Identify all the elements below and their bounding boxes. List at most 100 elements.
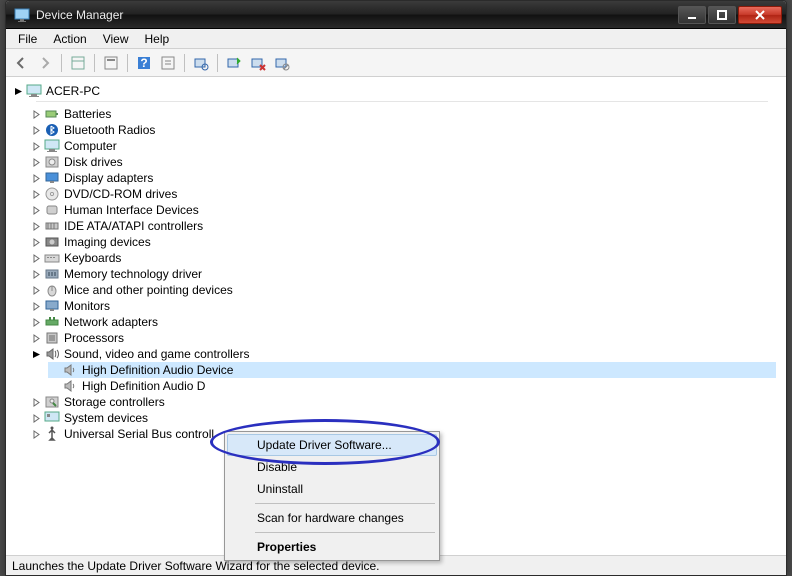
expand-icon[interactable] [30, 140, 42, 152]
expand-icon[interactable] [30, 268, 42, 280]
speaker-icon [62, 378, 78, 394]
spacer [48, 380, 60, 392]
tree-device[interactable]: High Definition Audio Device [48, 362, 776, 378]
separator [127, 54, 128, 72]
expand-icon[interactable] [30, 284, 42, 296]
tree-category[interactable]: Monitors [30, 298, 776, 314]
expand-icon[interactable] [30, 172, 42, 184]
menu-separator [255, 532, 435, 533]
context-menu: Update Driver Software...DisableUninstal… [224, 431, 440, 561]
tree-category[interactable]: Disk drives [30, 154, 776, 170]
tree-category[interactable]: Storage controllers [30, 394, 776, 410]
battery-icon [44, 106, 60, 122]
mouse-icon [44, 282, 60, 298]
tree-root[interactable]: ACER-PC [12, 83, 776, 99]
tree-category[interactable]: Computer [30, 138, 776, 154]
app-icon [14, 7, 30, 23]
category-label: Sound, video and game controllers [64, 347, 249, 361]
update-driver-button[interactable] [223, 52, 245, 74]
expand-icon[interactable] [30, 396, 42, 408]
tree-category[interactable]: Keyboards [30, 250, 776, 266]
expand-icon[interactable] [30, 204, 42, 216]
toolbar: ? [6, 49, 786, 77]
speaker-icon [62, 362, 78, 378]
expand-icon[interactable] [30, 124, 42, 136]
back-button[interactable] [10, 52, 32, 74]
usb-icon [44, 426, 60, 442]
tree-category[interactable]: IDE ATA/ATAPI controllers [30, 218, 776, 234]
device-tree: BatteriesBluetooth RadiosComputerDisk dr… [12, 106, 776, 442]
menu-item[interactable]: Uninstall [227, 478, 437, 500]
expand-icon[interactable] [30, 156, 42, 168]
titlebar[interactable]: Device Manager [6, 1, 786, 29]
menu-help[interactable]: Help [137, 30, 178, 48]
device-label: High Definition Audio Device [82, 363, 233, 377]
expand-icon[interactable] [30, 300, 42, 312]
divider [36, 101, 768, 102]
disable-button[interactable] [271, 52, 293, 74]
category-label: IDE ATA/ATAPI controllers [64, 219, 203, 233]
expand-icon[interactable] [30, 332, 42, 344]
device-label: High Definition Audio D [82, 379, 205, 393]
expand-icon[interactable] [30, 428, 42, 440]
bluetooth-icon [44, 122, 60, 138]
menu-action[interactable]: Action [45, 30, 94, 48]
tree-category[interactable]: Network adapters [30, 314, 776, 330]
tree-category[interactable]: Human Interface Devices [30, 202, 776, 218]
expand-icon[interactable] [30, 188, 42, 200]
maximize-button[interactable] [708, 6, 736, 24]
tree-category[interactable]: DVD/CD-ROM drives [30, 186, 776, 202]
action-button[interactable] [157, 52, 179, 74]
menu-item[interactable]: Disable [227, 456, 437, 478]
tree-category[interactable]: Bluetooth Radios [30, 122, 776, 138]
expand-icon[interactable] [30, 236, 42, 248]
tree-category[interactable]: Batteries [30, 106, 776, 122]
expand-icon[interactable] [30, 220, 42, 232]
category-label: System devices [64, 411, 148, 425]
show-hide-tree-button[interactable] [67, 52, 89, 74]
window-controls [676, 6, 782, 24]
category-label: Network adapters [64, 315, 158, 329]
expand-icon[interactable] [30, 252, 42, 264]
separator [217, 54, 218, 72]
collapse-icon[interactable] [12, 85, 24, 97]
menu-item[interactable]: Properties [227, 536, 437, 558]
scan-hardware-button[interactable] [190, 52, 212, 74]
collapse-icon[interactable] [30, 348, 42, 360]
computer-icon [44, 138, 60, 154]
tree-category[interactable]: Display adapters [30, 170, 776, 186]
tree-category[interactable]: Mice and other pointing devices [30, 282, 776, 298]
menu-item[interactable]: Scan for hardware changes [227, 507, 437, 529]
menu-file[interactable]: File [10, 30, 45, 48]
menu-view[interactable]: View [95, 30, 137, 48]
tree-device[interactable]: High Definition Audio D [48, 378, 776, 394]
tree-category[interactable]: Processors [30, 330, 776, 346]
ide-icon [44, 218, 60, 234]
category-label: Imaging devices [64, 235, 151, 249]
category-label: Batteries [64, 107, 111, 121]
separator [61, 54, 62, 72]
close-button[interactable] [738, 6, 782, 24]
menu-item[interactable]: Update Driver Software... [227, 434, 437, 456]
memory-icon [44, 266, 60, 282]
cpu-icon [44, 330, 60, 346]
tree-category[interactable]: System devices [30, 410, 776, 426]
uninstall-button[interactable] [247, 52, 269, 74]
net-icon [44, 314, 60, 330]
device-manager-window: Device Manager File Action View Help ? [5, 0, 787, 576]
hid-icon [44, 202, 60, 218]
tree-category[interactable]: Memory technology driver [30, 266, 776, 282]
tree-category[interactable]: Imaging devices [30, 234, 776, 250]
computer-icon [26, 83, 42, 99]
minimize-button[interactable] [678, 6, 706, 24]
help-button[interactable]: ? [133, 52, 155, 74]
cd-icon [44, 186, 60, 202]
expand-icon[interactable] [30, 108, 42, 120]
tree-category[interactable]: Sound, video and game controllers [30, 346, 776, 362]
properties-button[interactable] [100, 52, 122, 74]
sound-icon [44, 346, 60, 362]
expand-icon[interactable] [30, 316, 42, 328]
forward-button[interactable] [34, 52, 56, 74]
expand-icon[interactable] [30, 412, 42, 424]
image-icon [44, 234, 60, 250]
